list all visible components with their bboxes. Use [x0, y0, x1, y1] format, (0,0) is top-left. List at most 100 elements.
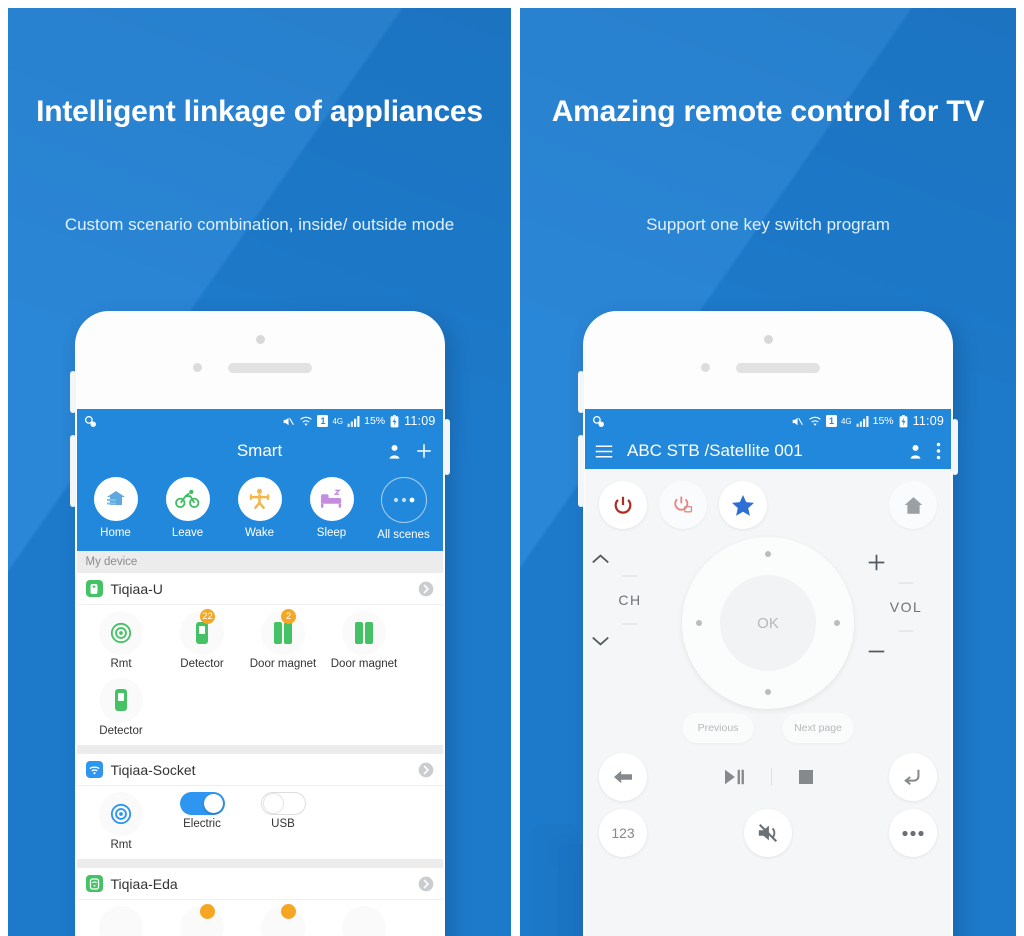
status-bar: 1 4G 15% 11:09 [585, 409, 951, 433]
divider [770, 768, 772, 786]
app-bar: Smart [76, 433, 443, 469]
dpad-left-dot[interactable] [696, 620, 702, 626]
device-header-tiqiaa-u[interactable]: Tiqiaa-U [76, 573, 443, 605]
device-item-partial[interactable] [81, 906, 162, 936]
power-button[interactable] [599, 481, 647, 529]
phone-volume-down-button[interactable] [69, 435, 76, 507]
socket-item-electric[interactable]: Electric [162, 792, 243, 851]
socket-icon [85, 761, 103, 778]
earpiece-speaker [227, 363, 312, 373]
scene-item-leave[interactable]: Leave [155, 477, 221, 541]
minus-icon[interactable] [867, 642, 945, 661]
phone-volume-up-button[interactable] [69, 371, 76, 413]
battery-charging-icon [898, 414, 909, 428]
page-title: Intelligent linkage of appliances [36, 95, 483, 128]
chevron-right-icon[interactable] [418, 876, 434, 892]
target-icon [99, 792, 143, 836]
ok-button[interactable]: OK [720, 575, 816, 671]
device-item-door-magnet-1[interactable]: 2 Door magnet [243, 609, 324, 670]
phone-power-button[interactable] [443, 419, 450, 475]
home-button[interactable] [889, 481, 937, 529]
device-items-row: Rmt Electric USB [77, 786, 443, 859]
device-u-icon [85, 580, 103, 597]
device-list: My device Tiqiaa-U Rmt 22 Detector 2 Doo… [76, 551, 443, 936]
divider: — [622, 567, 638, 584]
previous-page-button[interactable]: Previous [682, 713, 754, 743]
device-item-rmt[interactable]: Rmt [81, 611, 162, 670]
dpad-right-dot[interactable] [834, 620, 840, 626]
device-item-partial[interactable] [243, 904, 324, 936]
scene-label: Home [100, 527, 131, 539]
page-title: Amazing remote control for TV [551, 95, 985, 128]
chevron-up-icon[interactable] [591, 553, 669, 565]
page-subtitle: Custom scenario combination, inside/ out… [64, 215, 455, 234]
return-button[interactable] [889, 753, 937, 801]
dpad-up-dot[interactable] [765, 551, 771, 557]
socket-item-rmt[interactable]: Rmt [81, 792, 162, 851]
mute-icon [790, 415, 804, 428]
device-header-tiqiaa-socket[interactable]: Tiqiaa-Socket [76, 754, 443, 786]
back-button[interactable] [599, 753, 647, 801]
phone-power-button[interactable] [952, 419, 958, 475]
plus-icon[interactable] [415, 442, 433, 460]
remote-top-button-row [585, 469, 951, 535]
device-item-label: Rmt [110, 839, 132, 851]
scene-item-wake[interactable]: Wake [227, 477, 293, 541]
scene-label: Sleep [316, 527, 347, 539]
device-header-tiqiaa-eda[interactable]: Tiqiaa-Eda [76, 868, 443, 900]
detector-icon [99, 678, 143, 722]
plus-icon[interactable] [867, 553, 945, 572]
scene-label: Wake [245, 527, 274, 539]
toggle-electric[interactable] [179, 792, 225, 815]
door-magnet-icon: 2 [261, 609, 305, 655]
signal-strength-icon [856, 415, 869, 427]
device-item-door-magnet-2[interactable]: Door magnet [324, 611, 405, 670]
favorite-button[interactable] [719, 481, 767, 529]
placeholder-icon [180, 904, 224, 936]
device-item-label: Rmt [110, 658, 132, 670]
chevron-right-icon[interactable] [418, 762, 434, 778]
section-header-my-device: My device [76, 551, 443, 573]
proximity-sensor-icon [701, 363, 710, 372]
play-pause-button[interactable] [723, 768, 745, 786]
scene-item-sleep[interactable]: Sleep [299, 477, 365, 541]
more-vertical-icon[interactable] [936, 442, 941, 460]
toggle-usb[interactable] [260, 792, 306, 815]
door-magnet-icon [342, 611, 386, 655]
mute-button[interactable] [744, 809, 792, 857]
socket-item-usb[interactable]: USB [243, 792, 324, 851]
next-page-button[interactable]: Next page [782, 713, 854, 743]
volume-label: VOL [889, 599, 923, 615]
scene-item-all-scenes[interactable]: All scenes [371, 477, 437, 541]
phone-volume-down-button[interactable] [578, 435, 584, 507]
person-icon[interactable] [386, 443, 403, 460]
device-item-partial[interactable] [162, 904, 243, 936]
tv-power-button[interactable] [659, 481, 707, 529]
person-icon[interactable] [907, 443, 924, 460]
dpad[interactable]: OK [682, 537, 854, 709]
device-item-partial[interactable] [324, 906, 405, 936]
chevron-right-icon[interactable] [418, 581, 434, 597]
remote-bottom-row: 123 [585, 803, 951, 857]
dpad-zone: — CH — OK — VOL — [585, 535, 951, 709]
divider: — [898, 622, 914, 639]
device-item-detector-2[interactable]: Detector [81, 678, 162, 737]
target-icon [99, 611, 143, 655]
item-badge [281, 904, 296, 919]
battery-percent-label: 15% [872, 415, 894, 427]
more-options-button[interactable] [889, 809, 937, 857]
stop-button[interactable] [798, 769, 814, 785]
list-divider [76, 745, 443, 754]
phone-screen-left: 1 4G 15% 11:09 Smart Home Leave Wake Sle… [76, 409, 443, 936]
device-item-detector[interactable]: 22 Detector [162, 609, 243, 670]
phone-mockup-right: 1 4G 15% 11:09 ABC STB /Satellite 001 — … [578, 311, 958, 936]
chevron-down-icon[interactable] [591, 635, 669, 647]
hamburger-icon[interactable] [595, 444, 613, 459]
device-name: Tiqiaa-Eda [110, 875, 178, 892]
dpad-down-dot[interactable] [765, 689, 771, 695]
phone-volume-up-button[interactable] [578, 371, 584, 413]
divider: — [898, 574, 914, 591]
numeric-keypad-button[interactable]: 123 [599, 809, 647, 857]
app-notification-icon [592, 415, 605, 428]
scene-item-home[interactable]: Home [83, 477, 149, 541]
